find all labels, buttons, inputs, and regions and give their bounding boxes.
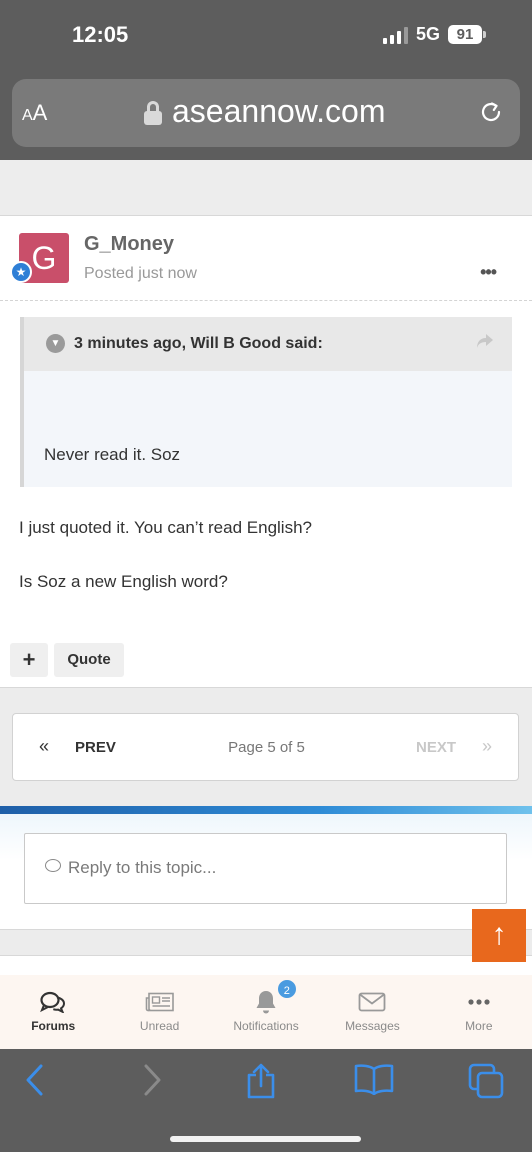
page-footer-edge xyxy=(0,955,532,975)
envelope-icon xyxy=(319,989,425,1015)
nav-label: Messages xyxy=(345,1019,400,1033)
bookmarks-icon[interactable] xyxy=(354,1063,394,1095)
page-spacer xyxy=(0,160,532,215)
battery-level: 91 xyxy=(448,25,482,44)
nav-unread[interactable]: Unread xyxy=(106,975,212,1049)
quote-header: ▼ 3 minutes ago, Will B Good said: xyxy=(24,317,512,371)
forward-icon xyxy=(141,1063,163,1097)
battery-icon: 91 xyxy=(448,25,486,44)
multiquote-button[interactable]: + xyxy=(10,643,48,677)
url-domain[interactable]: aseannow.com xyxy=(172,93,385,130)
newspaper-icon xyxy=(106,989,212,1015)
bell-icon xyxy=(213,989,319,1015)
notification-count-badge: 2 xyxy=(275,978,298,1000)
post-timestamp: Posted just now xyxy=(84,265,197,282)
nav-label: Forums xyxy=(31,1019,76,1033)
post-card: G ★ G_Money Posted just now ••• ▼ 3 minu… xyxy=(0,215,532,688)
nav-label: Notifications xyxy=(233,1019,299,1033)
nav-more[interactable]: More xyxy=(426,975,532,1049)
browser-top-chrome: 12:05 5G 91 AA aseannow.com xyxy=(0,0,532,160)
next-button: NEXT xyxy=(415,739,456,756)
tabs-icon[interactable] xyxy=(468,1063,504,1099)
share-icon[interactable] xyxy=(245,1063,277,1099)
more-icon xyxy=(426,989,532,1015)
reply-divider xyxy=(0,806,532,814)
post-author[interactable]: G_Money xyxy=(84,233,174,256)
reply-input[interactable]: Reply to this topic... xyxy=(24,833,507,904)
address-bar[interactable]: AA aseannow.com xyxy=(12,79,520,147)
status-indicators: 5G 91 xyxy=(382,24,486,45)
signal-icon xyxy=(382,26,408,44)
next-arrow-icon: » xyxy=(481,736,492,756)
divider xyxy=(0,300,532,301)
post-paragraph: I just quoted it. You can’t read English… xyxy=(19,518,312,537)
nav-label: More xyxy=(465,1019,493,1033)
nav-notifications[interactable]: 2 Notifications xyxy=(213,975,319,1049)
lock-icon xyxy=(144,101,162,125)
scroll-to-top-button[interactable]: ↑ xyxy=(472,909,526,962)
back-icon[interactable] xyxy=(24,1063,46,1097)
star-badge-icon: ★ xyxy=(10,261,32,283)
forums-icon xyxy=(0,989,106,1015)
nav-forums[interactable]: Forums xyxy=(0,975,106,1049)
chevron-down-icon[interactable]: ▼ xyxy=(46,334,65,353)
nav-label: Unread xyxy=(139,1019,180,1033)
pagination: « PREV Page 5 of 5 NEXT » xyxy=(12,713,519,781)
browser-toolbar xyxy=(0,1049,532,1152)
share-arrow-icon[interactable] xyxy=(476,333,494,349)
quote-citation: 3 minutes ago, Will B Good said: xyxy=(74,335,323,352)
post-paragraph: Is Soz a new English word? xyxy=(19,572,228,591)
quote-block: ▼ 3 minutes ago, Will B Good said: Never… xyxy=(20,317,512,487)
comment-icon xyxy=(45,859,61,872)
quote-text: Never read it. Soz xyxy=(44,445,181,464)
reply-section: Reply to this topic... xyxy=(0,814,532,930)
home-indicator xyxy=(170,1136,361,1142)
app-bottom-nav: Forums Unread 2 Notifications Messages M… xyxy=(0,975,532,1049)
quote-button[interactable]: Quote xyxy=(54,643,124,677)
status-time: 12:05 xyxy=(72,22,129,47)
text-size-button[interactable]: AA xyxy=(22,100,47,126)
nav-messages[interactable]: Messages xyxy=(319,975,425,1049)
reload-icon[interactable] xyxy=(478,99,504,125)
network-type: 5G xyxy=(415,24,440,44)
more-options-icon[interactable]: ••• xyxy=(480,262,497,283)
reply-placeholder: Reply to this topic... xyxy=(68,858,217,877)
